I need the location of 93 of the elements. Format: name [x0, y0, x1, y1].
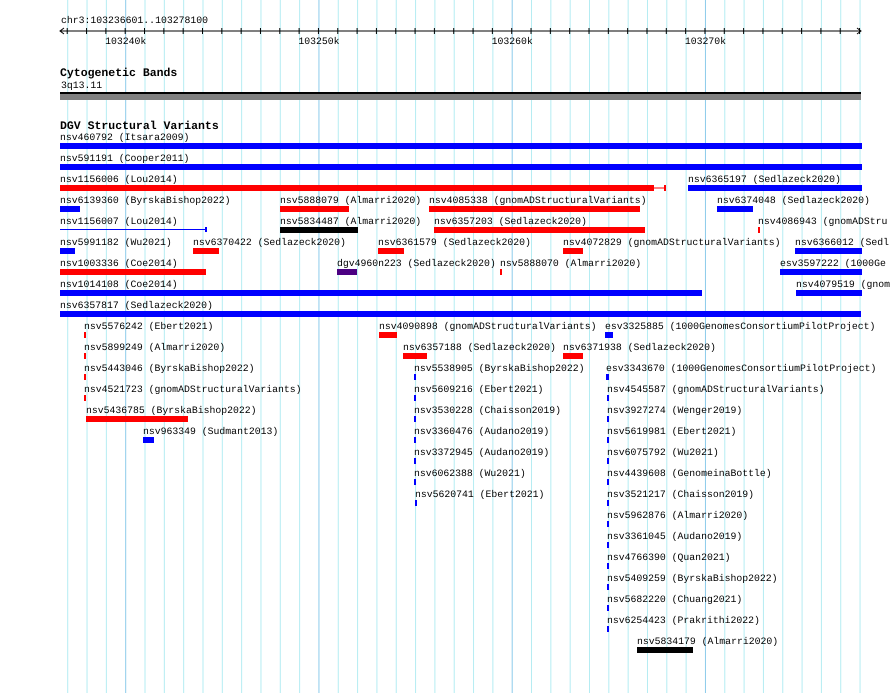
- feature-label[interactable]: nsv6371938 (Sedlazeck2020): [563, 343, 716, 353]
- feature-label[interactable]: nsv5888070 (Almarri2020): [500, 259, 642, 269]
- feature-label[interactable]: nsv6357188 (Sedlazeck2020): [403, 343, 556, 353]
- feature-label[interactable]: nsv6075792 (Wu2021): [607, 448, 719, 458]
- feature-label[interactable]: nsv6370422 (Sedlazeck2020): [193, 238, 346, 248]
- feature-bar[interactable]: [796, 290, 862, 296]
- tick-label: 103240k: [105, 36, 146, 47]
- feature-label[interactable]: nsv3372945 (Audano2019): [414, 448, 550, 458]
- feature-label[interactable]: nsv6365197 (Sedlazeck2020): [688, 175, 841, 185]
- feature-label[interactable]: nsv6139360 (ByrskaBishop2022): [60, 196, 230, 206]
- feature-label[interactable]: nsv6366012 (Sedl: [795, 238, 890, 248]
- feature-label[interactable]: nsv5899249 (Almarri2020): [84, 343, 226, 353]
- feature-label[interactable]: nsv5834487 (Almarri2020): [280, 217, 422, 227]
- feature-bar[interactable]: [378, 248, 404, 254]
- feature-label[interactable]: nsv5409259 (ByrskaBishop2022): [607, 574, 778, 584]
- feature-label[interactable]: nsv4545587 (gnomADStructuralVariants): [607, 385, 825, 395]
- feature-label[interactable]: nsv5888079 (Almarri2020): [280, 196, 422, 206]
- feature-bar[interactable]: [434, 227, 645, 233]
- feature-label[interactable]: nsv5443046 (ByrskaBishop2022): [84, 364, 254, 374]
- feature-label[interactable]: dgv4960n223 (Sedlazeck2020): [337, 259, 496, 269]
- feature-label[interactable]: nsv3927274 (Wenger2019): [607, 406, 742, 416]
- feature-label[interactable]: nsv5436785 (ByrskaBishop2022): [86, 406, 256, 416]
- feature-bar[interactable]: [280, 227, 358, 233]
- feature-label[interactable]: esv3325885 (1000GenomesConsortiumPilotProject): [605, 322, 876, 332]
- feature-bar[interactable]: [780, 269, 862, 275]
- feature-label[interactable]: nsv6062388 (Wu2021): [414, 469, 526, 479]
- feature-label[interactable]: nsv6357203 (Sedlazeck2020): [434, 217, 587, 227]
- tick-label: 103260k: [492, 36, 533, 47]
- feature-bar[interactable]: [60, 311, 861, 317]
- feature-label[interactable]: nsv5682220 (Chuang2021): [607, 595, 742, 605]
- feature-bar[interactable]: [193, 248, 219, 254]
- feature-label[interactable]: nsv1014108 (Coe2014): [60, 280, 178, 290]
- feature-label[interactable]: nsv963349 (Sudmant2013): [143, 427, 278, 437]
- feature-label[interactable]: nsv5576242 (Ebert2021): [84, 322, 214, 332]
- feature-bar[interactable]: [717, 206, 753, 212]
- feature-label[interactable]: nsv5538905 (ByrskaBishop2022): [414, 364, 584, 374]
- feature-label[interactable]: nsv4439608 (GenomeinaBottle): [607, 469, 772, 479]
- feature-bar[interactable]: [60, 248, 75, 254]
- feature-label[interactable]: nsv1156007 (Lou2014): [60, 217, 178, 227]
- feature-label[interactable]: nsv4072829 (gnomADStructuralVariants): [563, 238, 781, 248]
- feature-label[interactable]: nsv3530228 (Chaisson2019): [414, 406, 561, 416]
- feature-label[interactable]: nsv1156006 (Lou2014): [60, 175, 178, 185]
- location-label: chr3:103236601..103278100: [61, 15, 209, 26]
- feature-bar[interactable]: [60, 185, 666, 191]
- feature-bar[interactable]: [605, 332, 613, 338]
- feature-bar[interactable]: [606, 374, 609, 380]
- feature-bar[interactable]: [60, 164, 862, 170]
- feature-label[interactable]: nsv5620741 (Ebert2021): [415, 490, 544, 500]
- feature-label[interactable]: nsv6361579 (Sedlazeck2020): [378, 238, 531, 248]
- feature-label[interactable]: nsv5991182 (Wu2021): [60, 238, 172, 248]
- feature-label[interactable]: nsv3361045 (Audano2019): [607, 532, 742, 542]
- feature-bar[interactable]: [403, 353, 427, 359]
- tick-label: 103270k: [684, 36, 726, 47]
- feature-label[interactable]: nsv5619981 (Ebert2021): [607, 427, 736, 437]
- feature-bar[interactable]: [563, 248, 583, 254]
- feature-label[interactable]: nsv4079519 (gnom: [796, 280, 890, 290]
- feature-label[interactable]: nsv4521723 (gnomADStructuralVariants): [84, 385, 302, 395]
- feature-bar[interactable]: [86, 416, 188, 422]
- track-title: DGV Structural Variants: [60, 121, 220, 133]
- feature-bar[interactable]: [563, 353, 583, 359]
- band-label: 3q13.11: [61, 80, 104, 92]
- feature-bar[interactable]: [688, 185, 862, 191]
- feature-label[interactable]: nsv6254423 (Prakrithi2022): [607, 616, 760, 626]
- feature-line[interactable]: [60, 227, 207, 232]
- feature-label[interactable]: nsv4085338 (gnomADStructuralVariants): [429, 196, 647, 206]
- feature-label[interactable]: nsv4090898 (gnomADStructuralVariants): [379, 322, 597, 332]
- feature-label[interactable]: nsv5609216 (Ebert2021): [414, 385, 544, 395]
- feature-bar[interactable]: [143, 437, 154, 443]
- feature-label[interactable]: nsv460792 (Itsara2009): [60, 133, 190, 143]
- feature-bar[interactable]: [60, 143, 862, 149]
- track-title: Cytogenetic Bands: [60, 68, 178, 80]
- feature-bar[interactable]: [429, 206, 640, 212]
- feature-bar[interactable]: [60, 269, 206, 275]
- feature-label[interactable]: nsv5834179 (Almarri2020): [637, 637, 778, 647]
- feature-bar[interactable]: [60, 290, 702, 296]
- feature-label[interactable]: nsv4086943 (gnomADStru: [758, 217, 888, 227]
- feature-label[interactable]: nsv6374048 (Sedlazeck2020): [717, 196, 870, 206]
- feature-label[interactable]: nsv5962876 (Almarri2020): [607, 511, 748, 521]
- feature-label[interactable]: esv3597222 (1000Ge: [780, 259, 886, 269]
- feature-bar[interactable]: [280, 206, 349, 212]
- feature-bar[interactable]: [337, 269, 357, 275]
- feature-label[interactable]: nsv3521217 (Chaisson2019): [607, 490, 754, 500]
- feature-bar[interactable]: [795, 248, 862, 254]
- feature-bar[interactable]: [60, 206, 80, 212]
- feature-label[interactable]: nsv591191 (Cooper2011): [60, 154, 190, 164]
- feature-label[interactable]: nsv6357817 (Sedlazeck2020): [60, 301, 213, 311]
- tick-label: 103250k: [298, 36, 340, 47]
- feature-label[interactable]: nsv4766390 (Quan2021): [607, 553, 730, 563]
- feature-label[interactable]: esv3343670 (1000GenomesConsortiumPilotProject): [606, 364, 876, 374]
- feature-label[interactable]: nsv1003336 (Coe2014): [60, 259, 178, 269]
- feature-bar[interactable]: [637, 647, 693, 653]
- feature-label[interactable]: nsv3360476 (Audano2019): [414, 427, 550, 437]
- feature-bar[interactable]: [379, 332, 397, 338]
